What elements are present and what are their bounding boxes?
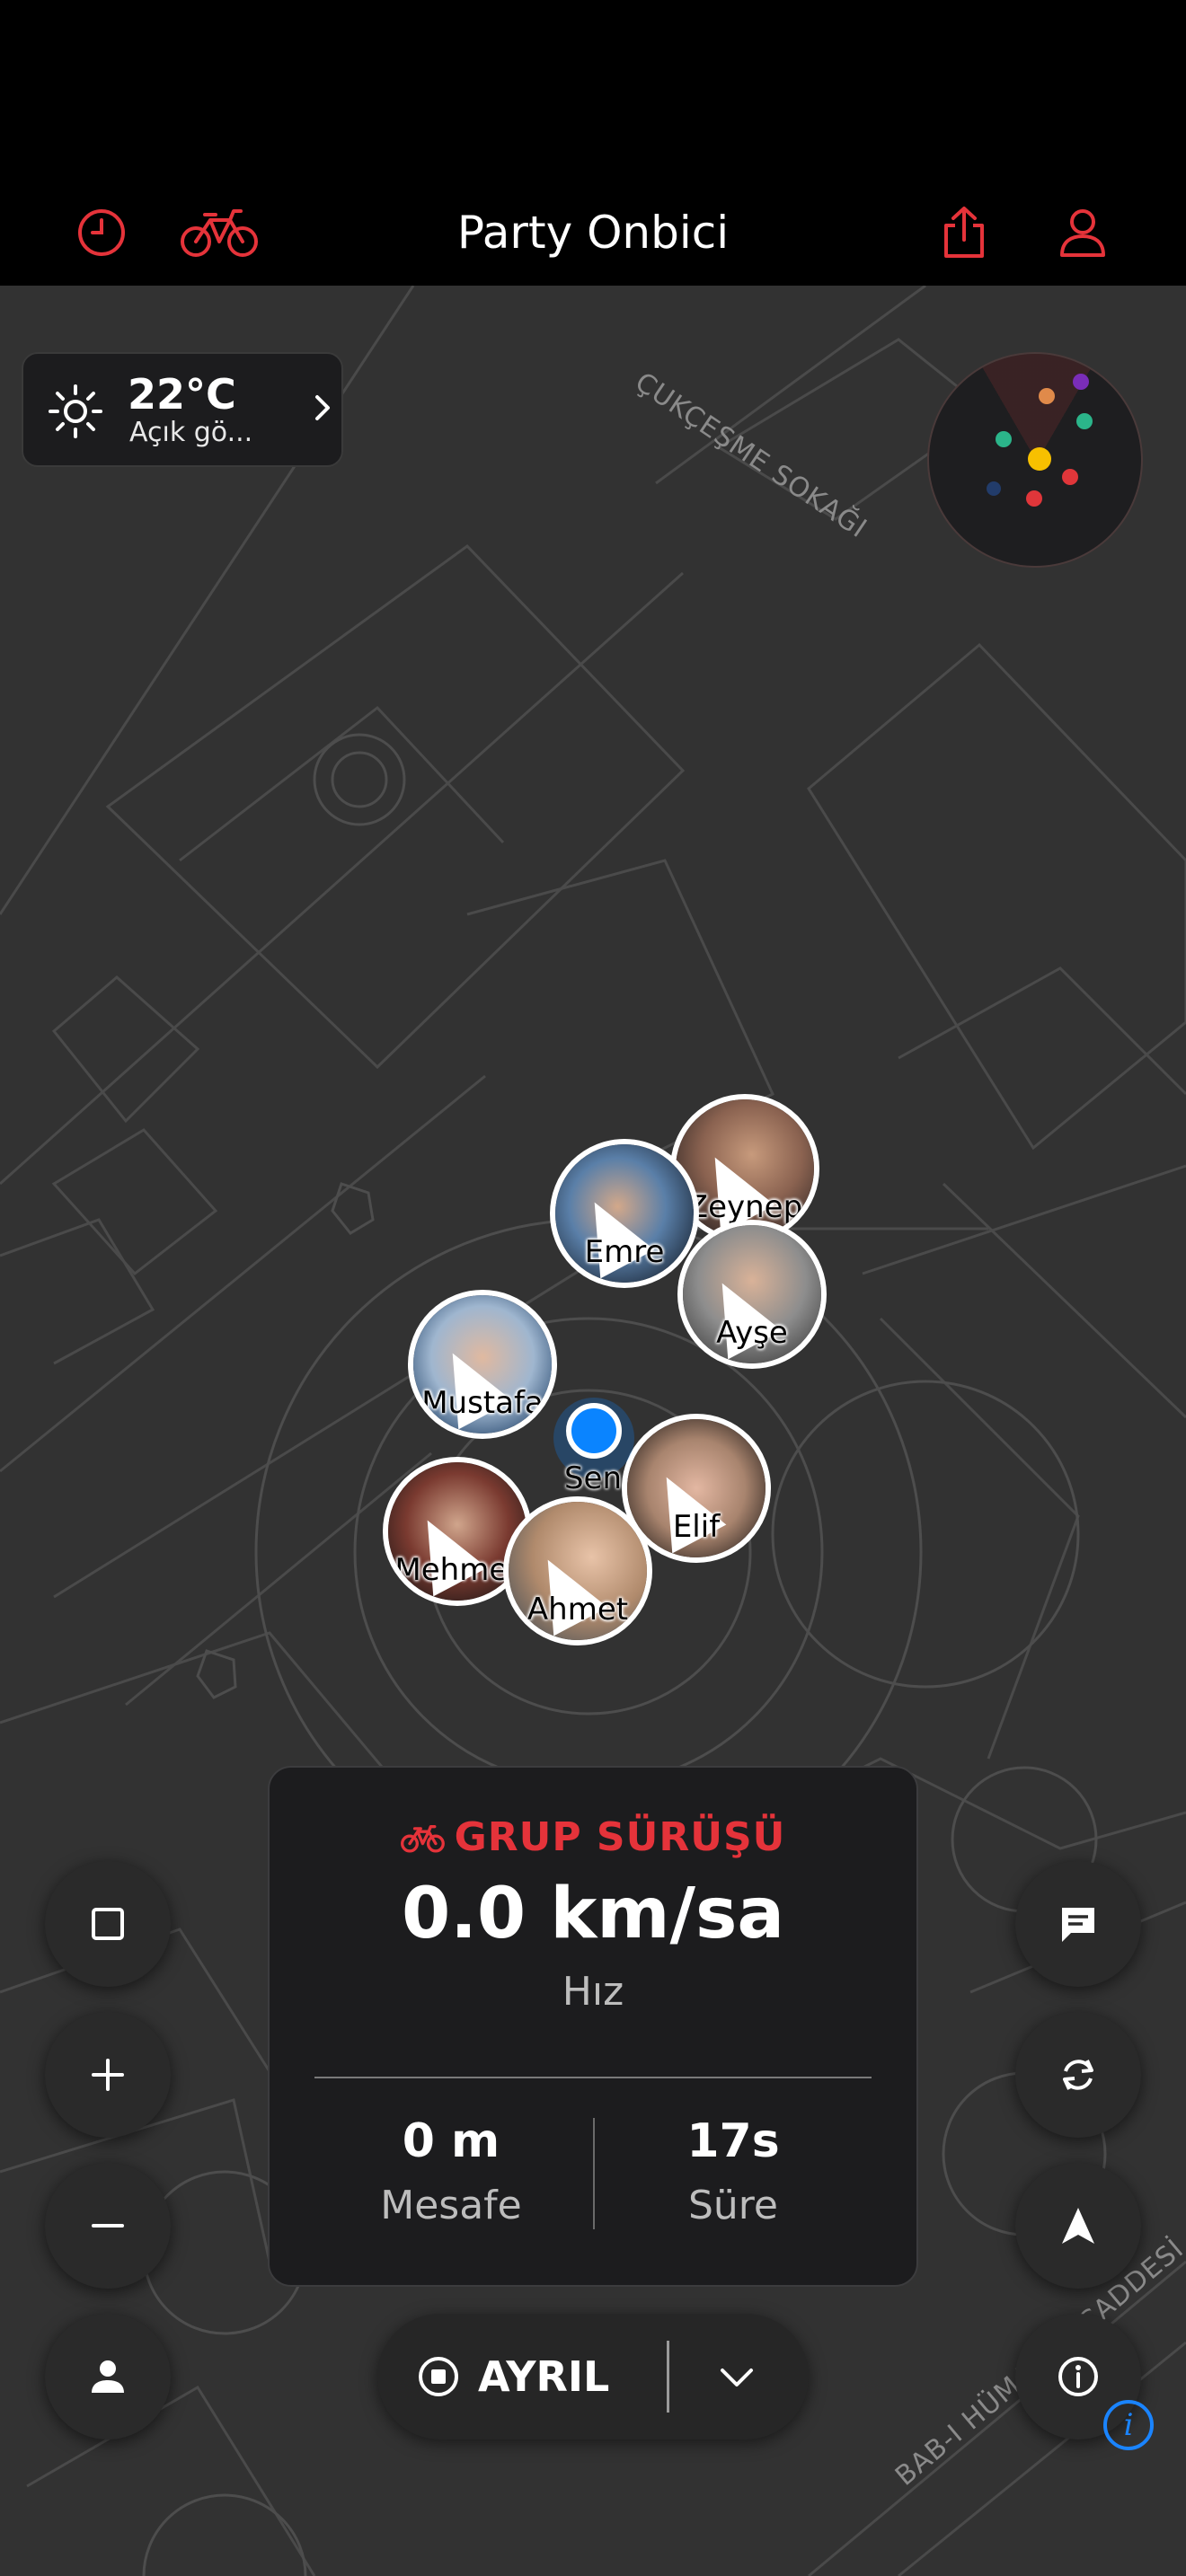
ride-mode-label: GRUP SÜRÜŞÜ (454, 1814, 786, 1860)
rider-name: Mustafa (421, 1385, 544, 1421)
panel-divider (314, 2077, 872, 2078)
speed-value: 0.0 km/sa (401, 1874, 785, 1954)
radar-dot-5 (1028, 447, 1051, 471)
rider-avatar-mustafa[interactable]: Mustafa (408, 1290, 557, 1439)
rider-name: Elif (672, 1509, 721, 1545)
leave-options-dropdown[interactable] (683, 2314, 791, 2439)
page-title: Party Onbici (456, 207, 730, 259)
sun-icon (49, 384, 102, 438)
chevron-right-icon (315, 395, 330, 420)
zoom-out-button[interactable] (45, 2163, 171, 2289)
rider-avatar-ahmet[interactable]: Ahmet (503, 1496, 652, 1645)
chat-button[interactable] (1015, 1861, 1141, 1987)
share-icon (944, 207, 984, 258)
profile-button[interactable] (1033, 180, 1132, 286)
square-icon (92, 1908, 124, 1940)
bike-icon (400, 1824, 445, 1853)
weather-condition: Açık gö... (129, 417, 253, 448)
my-location-label: Sen (563, 1460, 623, 1496)
map-attribution-info-icon[interactable]: i (1103, 2400, 1154, 2450)
person-button[interactable] (45, 2314, 171, 2439)
group-radar[interactable] (927, 352, 1143, 568)
chat-icon (1062, 1908, 1094, 1942)
navigate-button[interactable] (1015, 2163, 1141, 2289)
radar-dot-1 (1039, 388, 1055, 404)
zoom-in-icon (92, 2059, 124, 2091)
radar-dot-8 (987, 481, 1001, 496)
navigate-icon (1062, 2208, 1094, 2244)
rider-avatar-emre[interactable]: Emre (550, 1139, 699, 1288)
radar-dot-6 (1062, 469, 1078, 485)
profile-icon (1060, 209, 1105, 257)
duration-label: Süre (687, 2183, 778, 2228)
history-button[interactable] (52, 180, 151, 286)
zoom-out-icon (92, 2224, 124, 2228)
bike-icon (181, 209, 258, 257)
bike-mode-button[interactable] (171, 180, 270, 286)
stop-icon (419, 2357, 458, 2396)
weather-widget[interactable]: 22°C Açık gö... (22, 352, 343, 467)
chevron-down-icon (721, 2369, 753, 2386)
distance-label: Mesafe (380, 2183, 522, 2228)
leave-group-control: AYRIL (377, 2314, 809, 2439)
leave-separator (667, 2341, 669, 2413)
distance-value: 0 m (402, 2114, 500, 2168)
rider-avatar-ayse[interactable]: Ayşe (677, 1220, 827, 1369)
history-icon (78, 209, 125, 256)
leave-button[interactable]: AYRIL (417, 2314, 679, 2439)
radar-dot-2 (1073, 374, 1089, 390)
ride-mode-header: GRUP SÜRÜŞÜ (270, 1814, 916, 1860)
rider-name: Emre (584, 1234, 665, 1270)
rider-name: Ayşe (716, 1315, 788, 1351)
radar-dot-4 (1076, 413, 1093, 429)
stat-divider (593, 2118, 595, 2229)
duration-value: 17s (686, 2114, 780, 2168)
my-location-dot[interactable] (566, 1403, 622, 1459)
refresh-button[interactable] (1015, 2012, 1141, 2138)
rider-name: Ahmet (527, 1592, 629, 1628)
top-bar: Party Onbici (0, 180, 1186, 286)
refresh-icon (1063, 2060, 1093, 2090)
group-ride-panel: GRUP SÜRÜŞÜ 0.0 km/sa Hız 0 m Mesafe 17s… (268, 1766, 918, 2287)
share-button[interactable] (915, 180, 1013, 286)
weather-temperature: 22°C (128, 370, 236, 419)
status-bar-area (0, 0, 1186, 180)
person-icon (92, 2360, 124, 2393)
info-icon (1058, 2357, 1098, 2396)
radar-dot-3 (996, 431, 1012, 447)
square-button[interactable] (45, 1861, 171, 1987)
zoom-in-button[interactable] (45, 2012, 171, 2138)
radar-dot-7 (1026, 490, 1042, 507)
speed-label: Hız (562, 1969, 624, 2015)
leave-label: AYRIL (478, 2352, 610, 2401)
